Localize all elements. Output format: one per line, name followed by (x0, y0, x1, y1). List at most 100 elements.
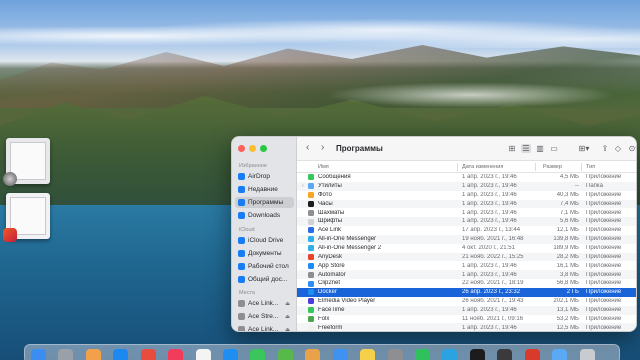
sidebar-item-label: Документы (248, 250, 282, 257)
cell-size: 7,4 МБ (560, 200, 579, 207)
calculator-icon[interactable] (497, 349, 513, 360)
file-row[interactable]: FaceTime 1 апр. 2023 г., 19:46 13,1 МБ Прил… (297, 305, 636, 315)
file-row[interactable]: Сообщения 1 апр. 2023 г., 19:46 4,5 МБ Прил… (297, 173, 636, 182)
file-row[interactable]: All-in-One Messenger 19 нояб. 2021 г., 16… (297, 234, 636, 244)
file-row[interactable]: Docker 26 апр. 2023 г., 23:32 2 ГБ Приложен… (297, 288, 636, 297)
sidebar-item-icloud-3[interactable]: Общий дос... (235, 274, 294, 285)
sidebar-section-locations: Места (239, 290, 255, 296)
close-button[interactable] (238, 145, 245, 152)
file-row[interactable]: Шрифты 1 апр. 2023 г., 19:46 5,6 МБ Приложе… (297, 217, 636, 227)
action-menu-icon[interactable]: ⊙▾ (627, 144, 636, 153)
sidebar-item-icloud-0[interactable]: iCloud Drive (235, 235, 294, 246)
forward-button[interactable]: › (321, 143, 324, 153)
file-row[interactable]: AnyDesk 21 нояб. 2022 г., 15:25 28,2 МБ При… (297, 252, 636, 262)
eject-icon[interactable]: ⏏ (285, 327, 290, 332)
file-row[interactable]: › Утилиты 1 апр. 2023 г., 19:46 -- Папка (297, 181, 636, 191)
column-type[interactable]: Тип (586, 164, 595, 170)
cell-date: 1 апр. 2023 г., 19:46 (462, 174, 517, 181)
cell-size: 16,1 МБ (556, 262, 579, 269)
file-row[interactable]: Часы 1 апр. 2023 г., 19:46 7,4 МБ Приложени… (297, 199, 636, 209)
sidebar-item-locations-2[interactable]: Ace Link... ⏏ (235, 324, 294, 332)
sidebar-item-icloud-1[interactable]: Документы (235, 248, 294, 259)
settings-icon[interactable] (387, 349, 403, 360)
app-icon (308, 254, 314, 261)
sidebar-item-label: Общий дос... (248, 276, 288, 283)
app-icon (308, 218, 314, 225)
cell-name: Часы (318, 200, 333, 207)
terminal-icon[interactable] (469, 349, 485, 360)
file-row[interactable]: Ace Link 17 апр. 2023 г., 13:44 12,1 МБ При… (297, 226, 636, 235)
eject-icon[interactable]: ⏏ (285, 314, 290, 320)
column-size[interactable]: Размер (543, 164, 562, 170)
document-icon (238, 250, 245, 257)
sidebar-item-favorites-3[interactable]: Downloads (235, 210, 294, 221)
file-row[interactable]: App Store 1 апр. 2023 г., 19:46 16,1 МБ При… (297, 262, 636, 271)
cell-type: Приложение (586, 227, 622, 234)
cell-size: 2 ГБ (566, 289, 579, 296)
column-date[interactable]: Дата изменения (462, 164, 503, 170)
file-row[interactable]: Elmedia Video Player 26 нояб. 2021 г., 19… (297, 297, 636, 306)
app-store-icon[interactable] (223, 349, 238, 360)
gallery-view-button[interactable]: ▭ (549, 144, 559, 153)
sidebar-item-label: AirDrop (248, 173, 271, 180)
cell-size: 202,1 МБ (553, 298, 579, 305)
sketch-icon[interactable] (305, 349, 321, 360)
app-icon (308, 271, 314, 278)
photos-icon[interactable] (85, 349, 101, 360)
sidebar-item-icloud-2[interactable]: Рабочий стол (235, 261, 294, 272)
app-icon (308, 174, 314, 181)
dock (24, 344, 620, 360)
disk-icon (238, 313, 245, 320)
cell-type: Приложение (586, 244, 622, 251)
tag-icon[interactable]: ◇ (613, 144, 623, 153)
icon-view-button[interactable]: ⊞ (507, 144, 517, 153)
sidebar-item-locations-1[interactable]: Ace Stre... ⏏ (235, 311, 294, 322)
file-row[interactable]: All-in-One Messenger 2 4 окт. 2020 г., 21… (297, 244, 636, 253)
share-icon[interactable]: ⇪ (600, 144, 610, 153)
cell-name: Folx (318, 315, 330, 322)
sidebar-item-favorites-2[interactable]: Программы (235, 197, 294, 208)
app-icon (308, 236, 314, 243)
calendar-icon[interactable] (195, 349, 211, 360)
maps-icon[interactable] (277, 349, 293, 360)
file-row[interactable]: Folx 11 нояб. 2021 г., 09:16 53,2 МБ Прилож… (297, 315, 636, 324)
sidebar-item-favorites-1[interactable]: Недавние (235, 184, 294, 195)
system-preferences-icon[interactable] (3, 172, 17, 186)
file-row[interactable]: Clip2net 22 нояб. 2021 г., 18:19 56,8 МБ Пр… (297, 279, 636, 288)
list-view-button[interactable]: ☰ (521, 144, 531, 153)
column-view-button[interactable]: ▥ (535, 144, 545, 153)
file-row[interactable]: Freeform 1 апр. 2023 г., 19:46 12,5 МБ Прил… (297, 323, 636, 331)
finder-icon[interactable] (31, 349, 46, 360)
group-button[interactable]: ⊞▾ (577, 144, 591, 153)
file-row[interactable]: Шахматы 1 апр. 2023 г., 19:46 7,1 МБ Прилож… (297, 208, 636, 217)
cell-name: Ace Link (318, 227, 342, 234)
mail-icon[interactable] (332, 349, 348, 360)
cell-type: Приложение (586, 315, 622, 322)
whatsapp-icon[interactable] (415, 349, 430, 360)
zoom-button[interactable] (260, 145, 267, 152)
cell-size: 13,1 МБ (556, 306, 579, 313)
launchpad-icon[interactable] (58, 349, 74, 360)
xcode-icon[interactable] (250, 349, 266, 360)
sidebar-item-favorites-0[interactable]: AirDrop (235, 171, 294, 182)
disclosure-arrow-icon[interactable]: › (302, 183, 304, 189)
music-icon[interactable] (168, 349, 184, 360)
back-button[interactable]: ‹ (306, 143, 309, 153)
telegram-icon[interactable] (442, 349, 458, 360)
file-row[interactable]: Фото 1 апр. 2023 г., 19:46 40,3 МБ Приложен… (297, 191, 636, 200)
sidebar-item-locations-0[interactable]: Ace Link... ⏏ (235, 298, 294, 309)
chrome-icon[interactable] (140, 349, 156, 360)
file-row[interactable]: Automator 1 апр. 2023 г., 19:46 3,8 МБ Прил… (297, 270, 636, 280)
notes-icon[interactable] (360, 349, 376, 360)
cell-date: 21 нояб. 2022 г., 15:25 (462, 253, 524, 260)
safari-icon[interactable] (113, 349, 129, 360)
column-name[interactable]: Имя (318, 164, 329, 170)
wallpaper-clouds (0, 18, 640, 48)
app-icon[interactable] (3, 228, 17, 242)
downloads-stack-icon[interactable] (552, 349, 568, 360)
acrobat-icon[interactable] (524, 349, 540, 360)
minimize-button[interactable] (249, 145, 256, 152)
finder-sidebar: Избранное AirDrop Недавние Программы Downloa… (232, 137, 297, 331)
eject-icon[interactable]: ⏏ (285, 301, 290, 307)
trash-icon[interactable] (579, 349, 595, 360)
